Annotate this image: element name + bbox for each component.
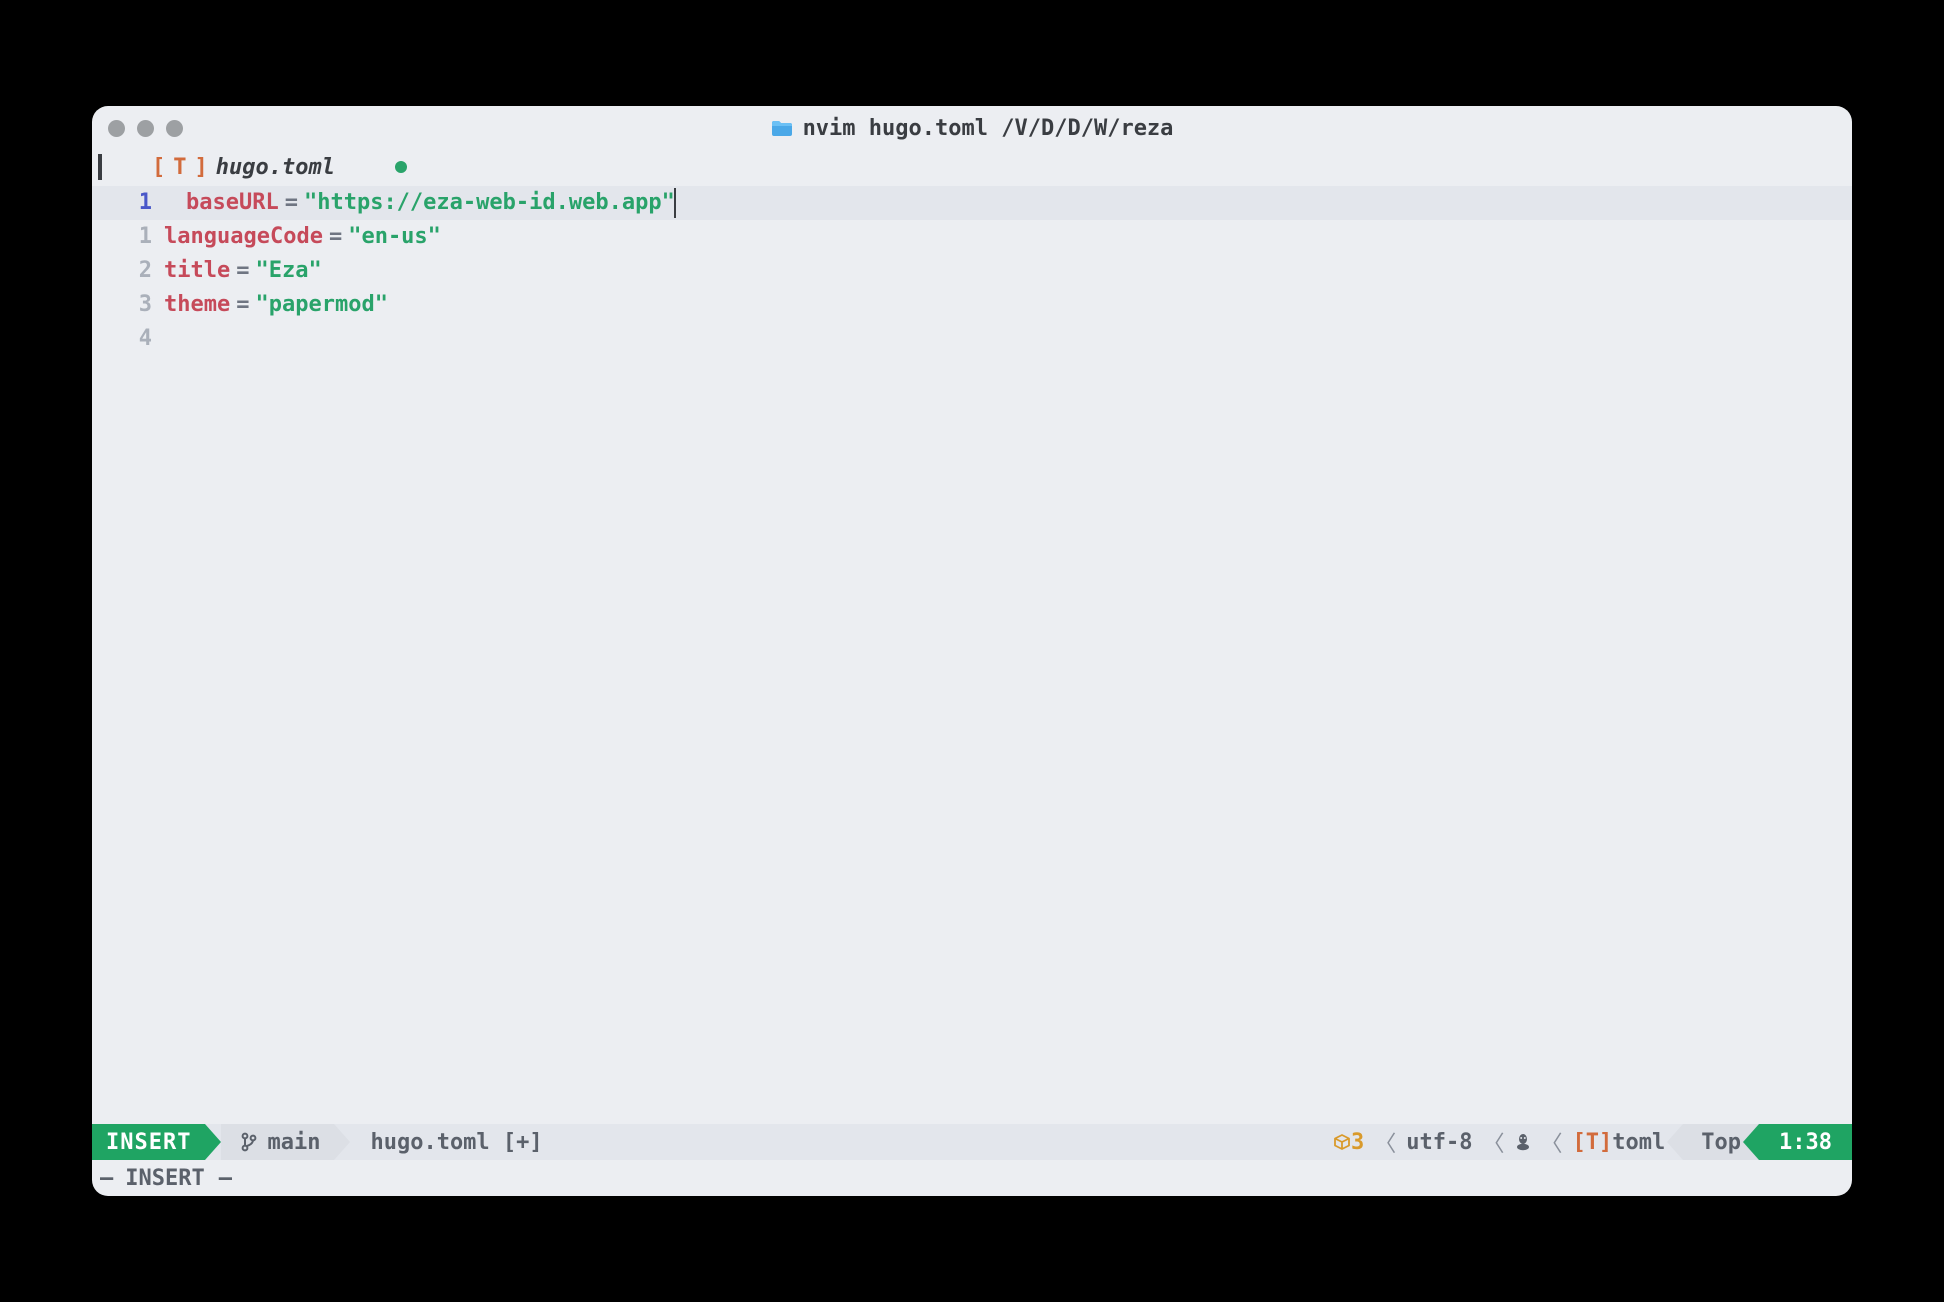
window-close-button[interactable]	[108, 120, 125, 137]
traffic-lights	[108, 120, 183, 137]
filetype-bracket-open: [	[1573, 1130, 1586, 1155]
filetype-bracket-close: ]	[1599, 1130, 1612, 1155]
git-branch-name: main	[267, 1130, 320, 1155]
code-line[interactable]: 2 title = "Eza"	[92, 254, 1852, 288]
git-branch-segment: main	[221, 1124, 334, 1160]
cmdline-mode: INSERT	[125, 1166, 204, 1191]
line-number: 3	[92, 288, 164, 322]
toml-key: languageCode	[164, 220, 323, 254]
equals-sign: =	[279, 186, 304, 220]
modified-indicator-icon	[395, 161, 407, 173]
filetype-label: toml	[1612, 1130, 1665, 1155]
buffer-tabbar: [ T] hugo.toml	[92, 150, 1852, 184]
encoding-label: utf-8	[1406, 1130, 1472, 1155]
mode-segment: INSERT	[92, 1124, 205, 1160]
toml-string: "en-us"	[348, 220, 441, 254]
titlebar: nvim hugo.toml /V/D/D/W/reza	[92, 106, 1852, 150]
filetype-marker: T	[173, 155, 186, 180]
toml-key: baseURL	[186, 186, 279, 220]
filetype-bracket-open: [	[152, 155, 165, 180]
editor-area[interactable]: 1 baseURL = "https://eza-web-id.web.app"…	[92, 184, 1852, 1124]
equals-sign: =	[323, 220, 348, 254]
package-count: 3	[1351, 1130, 1364, 1155]
package-icon	[1333, 1133, 1351, 1151]
window-title: nvim hugo.toml /V/D/D/W/reza	[92, 116, 1852, 141]
separator-icon: 〈	[1531, 1126, 1573, 1158]
code-line[interactable]: 4	[92, 322, 1852, 356]
buffer-tab[interactable]: [ T] hugo.toml	[152, 155, 335, 180]
terminal-window: nvim hugo.toml /V/D/D/W/reza [T] hugo.to…	[92, 106, 1852, 1196]
position-label: 1:38	[1779, 1130, 1832, 1155]
line-number: 4	[92, 322, 164, 356]
equals-sign: =	[230, 288, 255, 322]
equals-sign: =	[230, 254, 255, 288]
line-number: 1	[92, 186, 164, 220]
code-line[interactable]: 1 baseURL = "https://eza-web-id.web.app"	[92, 186, 1852, 220]
separator-icon: 〈	[1364, 1126, 1406, 1158]
git-branch-icon	[241, 1132, 257, 1152]
status-right: 3 〈 utf-8 〈 〈 [T] toml	[1321, 1124, 1677, 1160]
line-number: 2	[92, 254, 164, 288]
mode-label: INSERT	[106, 1130, 191, 1155]
dash-right: —	[219, 1166, 230, 1191]
os-icon	[1515, 1133, 1531, 1151]
line-number: 1	[92, 220, 164, 254]
buffer-filename: hugo.toml	[216, 155, 335, 180]
file-label: hugo.toml [+]	[370, 1130, 542, 1155]
code-line[interactable]: 1 languageCode = "en-us"	[92, 220, 1852, 254]
tab-indicator	[98, 154, 102, 180]
folder-icon	[771, 119, 793, 137]
command-line[interactable]: — INSERT —	[92, 1160, 1852, 1196]
window-title-text: nvim hugo.toml /V/D/D/W/reza	[803, 116, 1174, 141]
file-segment: hugo.toml [+]	[350, 1124, 556, 1160]
position-segment: 1:38	[1759, 1124, 1852, 1160]
toml-string: "papermod"	[255, 288, 387, 322]
toml-key: theme	[164, 288, 230, 322]
toml-string: "Eza"	[255, 254, 321, 288]
separator-icon: 〈	[1473, 1126, 1515, 1158]
toml-string: "https://eza-web-id.web.app"	[304, 186, 675, 220]
scroll-label: Top	[1701, 1130, 1741, 1155]
statusline: INSERT main hugo.toml [+] 3 〈 utf-8 〈 〈 …	[92, 1124, 1852, 1160]
dash-left: —	[100, 1166, 111, 1191]
window-minimize-button[interactable]	[137, 120, 154, 137]
code-line[interactable]: 3 theme = "papermod"	[92, 288, 1852, 322]
filetype-bracket-close: ]	[195, 155, 208, 180]
toml-key: title	[164, 254, 230, 288]
filetype-marker: T	[1586, 1130, 1599, 1155]
window-zoom-button[interactable]	[166, 120, 183, 137]
